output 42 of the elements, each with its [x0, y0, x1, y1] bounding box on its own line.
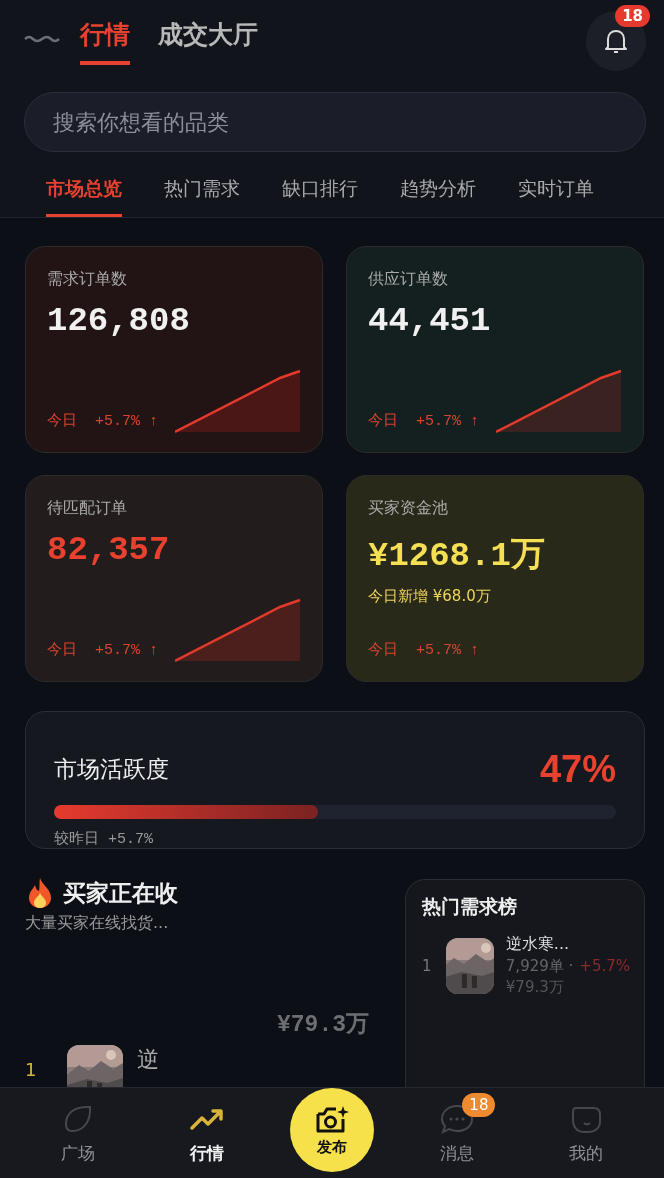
header-tab[interactable]: 成交大厅: [158, 17, 258, 65]
category-tab[interactable]: 缺口排行: [282, 176, 358, 217]
publish-button[interactable]: 发布: [289, 1088, 374, 1172]
stat-change: 今日 +5.7% ↑: [368, 641, 480, 661]
notification-badge: 18: [615, 5, 650, 27]
stat-title: 需求订单数: [47, 269, 128, 290]
rank: 1: [25, 1059, 38, 1080]
panel-title: 热门需求榜: [422, 894, 518, 919]
item-name: 逆: [137, 1046, 159, 1074]
stat-value: 82,357: [47, 531, 171, 569]
stat-title: 买家资金池: [368, 498, 449, 519]
nav-tab[interactable]: 行情: [161, 1100, 252, 1166]
header-tab[interactable]: 行情: [80, 17, 130, 65]
stat-change: 今日 +5.7% ↑: [47, 412, 159, 432]
stat-value: ¥1268.1万: [368, 536, 546, 577]
item-name: 逆水寒...: [505, 934, 571, 955]
category-tab[interactable]: 市场总览: [46, 176, 122, 217]
stat-change: 今日 +5.7% ↑: [368, 412, 480, 432]
activity-reading: 47%: [539, 748, 616, 791]
stat-title: 待匹配订单: [47, 498, 128, 519]
category-tab[interactable]: 热门需求: [164, 176, 240, 217]
stat-change: 今日 +5.7% ↑: [47, 641, 159, 661]
category-tab[interactable]: 趋势分析: [400, 176, 476, 217]
category-tab[interactable]: 实时订单: [518, 176, 594, 217]
order-count: 7,929单 ·: [505, 957, 574, 976]
search-field[interactable]: 搜索你想看的品类: [24, 92, 646, 152]
nav-tab[interactable]: 广场: [33, 1100, 124, 1166]
rank: 1: [422, 956, 433, 975]
stat-title: 供应订单数: [368, 269, 449, 290]
section-title: 买家正在收: [63, 878, 178, 908]
price: ¥79.3万: [505, 978, 565, 997]
stat-value: 126,808: [47, 302, 191, 340]
stat-value: 44,451: [368, 302, 492, 340]
bell-icon: [603, 27, 629, 55]
price: ¥79.3万: [277, 1011, 369, 1039]
activity-title: 市场活跃度: [54, 755, 169, 784]
stat-subline: 今日新增 ¥68.0万: [368, 587, 492, 606]
section-subtitle: 大量买家在线找货...: [25, 913, 170, 934]
activity-compare: 较昨日 +5.7%: [54, 830, 154, 848]
message-badge: 18: [462, 1092, 496, 1117]
change: +5.7%: [579, 957, 630, 976]
nav-tab[interactable]: 我的: [540, 1100, 631, 1166]
